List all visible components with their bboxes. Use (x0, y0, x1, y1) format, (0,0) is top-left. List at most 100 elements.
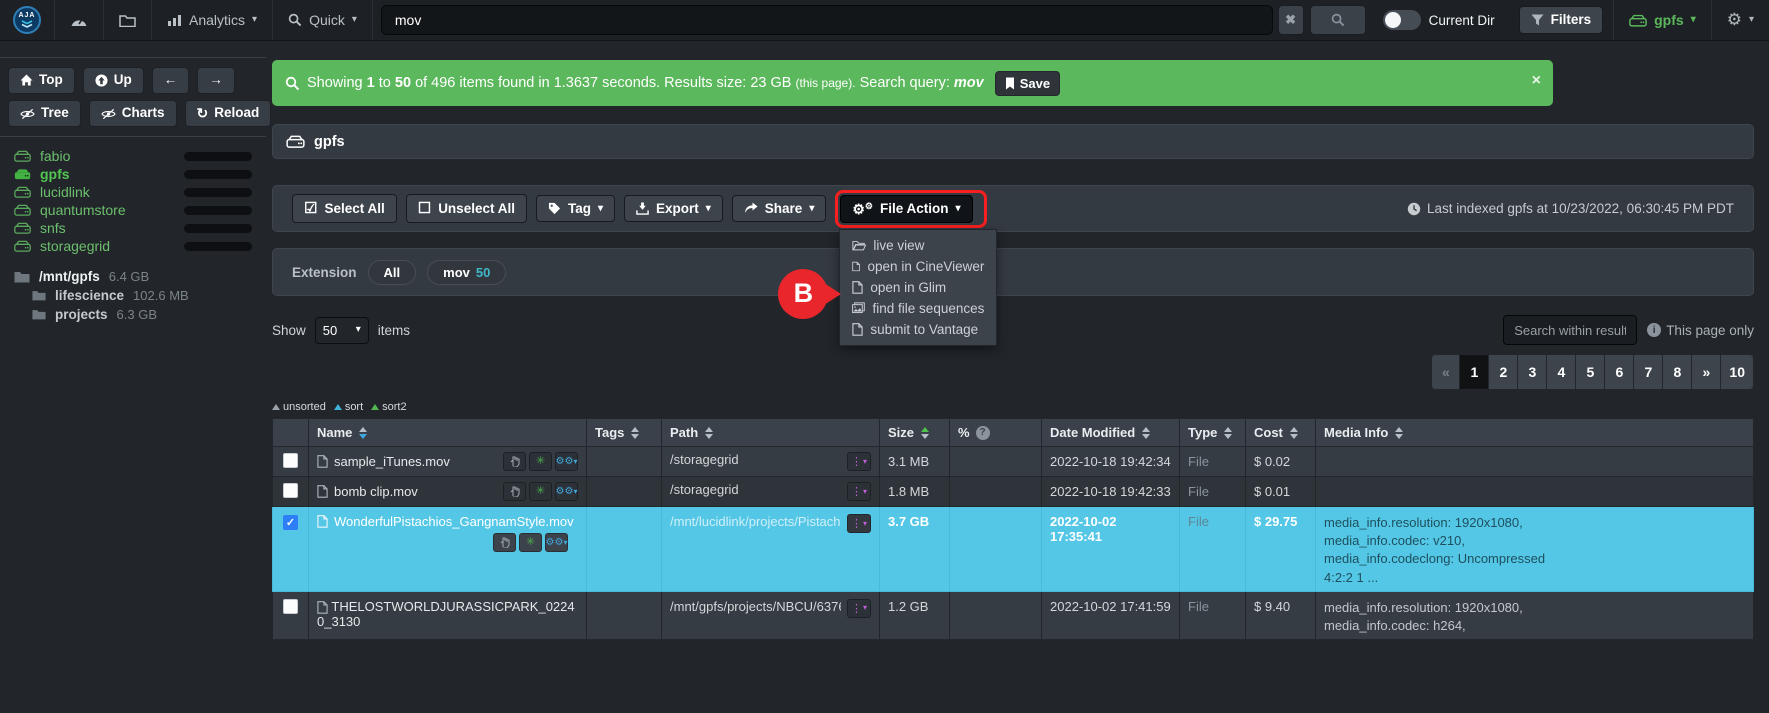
sidebar-volume-quantumstore[interactable]: quantumstore (0, 201, 266, 219)
forward-button[interactable]: → (197, 67, 235, 94)
sidebar-volume-fabio[interactable]: fabio (0, 147, 266, 165)
sort-arrows-icon[interactable] (1395, 427, 1403, 439)
page-button-2[interactable]: 2 (1489, 354, 1518, 390)
page-button-6[interactable]: 6 (1605, 354, 1634, 390)
analytics-menu[interactable]: Analytics ▾ (152, 0, 273, 40)
filters-button[interactable]: Filters (1519, 6, 1604, 34)
row-file-action-button[interactable]: ⚙⚙▾ (555, 482, 578, 501)
pick-action-button[interactable] (493, 533, 516, 552)
glim-action-button[interactable]: ✳ (529, 482, 552, 501)
column-header-media[interactable]: Media Info (1316, 419, 1754, 447)
file-path[interactable]: /storagegrid (670, 452, 841, 467)
page-button-10[interactable]: 10 (1721, 354, 1754, 390)
back-button[interactable]: ← (152, 67, 190, 94)
page-prev-button[interactable]: « (1431, 354, 1460, 390)
settings-menu[interactable]: ⚙ ▾ (1712, 0, 1769, 40)
sidebar-volume-gpfs[interactable]: gpfs (0, 165, 266, 183)
page-button-8[interactable]: 8 (1663, 354, 1692, 390)
file-name[interactable]: THELOSTWORLDJURASSICPARK_02240_3130 (317, 599, 575, 629)
menu-item-submit-vantage[interactable]: submit to Vantage (840, 319, 996, 340)
extension-pill-all[interactable]: All (368, 260, 417, 285)
browse-button[interactable] (104, 0, 152, 40)
sidebar-volume-storagegrid[interactable]: storagegrid (0, 237, 266, 255)
page-next-button[interactable]: » (1692, 354, 1721, 390)
current-dir-toggle[interactable] (1383, 10, 1421, 30)
column-header-cost[interactable]: Cost (1246, 419, 1316, 447)
tag-menu-button[interactable]: Tag ▾ (536, 195, 615, 223)
column-header-name[interactable]: Name (309, 419, 587, 447)
search-submit-button[interactable] (1310, 5, 1366, 35)
volume-selector[interactable]: gpfs ▾ (1613, 0, 1712, 40)
share-menu-button[interactable]: Share ▾ (732, 195, 827, 223)
file-name[interactable]: sample_iTunes.mov (334, 454, 450, 469)
column-header-modified[interactable]: Date Modified (1042, 419, 1180, 447)
column-header-tags[interactable]: Tags (587, 419, 662, 447)
reload-button[interactable]: ↻ Reload (185, 100, 272, 127)
sort-arrows-icon[interactable] (705, 427, 713, 439)
glim-action-button[interactable]: ✳ (519, 533, 542, 552)
menu-item-open-cineviewer[interactable]: open in CineViewer (840, 256, 996, 277)
file-name[interactable]: bomb clip.mov (334, 484, 418, 499)
sort-arrows-icon[interactable] (359, 427, 367, 439)
row-checkbox[interactable] (283, 599, 298, 614)
row-file-action-button[interactable]: ⚙⚙▾ (555, 452, 578, 471)
global-search-input[interactable] (381, 5, 1273, 35)
menu-item-open-glim[interactable]: open in Glim (840, 277, 996, 298)
row-checkbox[interactable] (283, 453, 298, 468)
select-all-button[interactable]: ☑ Select All (292, 194, 397, 223)
sidebar-dir-projects[interactable]: projects 6.3 GB (0, 305, 266, 324)
extension-pill-mov[interactable]: mov 50 (427, 260, 506, 285)
sort-link-sort2[interactable]: sort2 (371, 401, 406, 413)
sort-link-unsorted[interactable]: unsorted (272, 401, 326, 413)
sort-link-sort[interactable]: sort (334, 401, 363, 413)
path-menu-button[interactable]: ⋮▾ (847, 599, 871, 618)
pick-action-button[interactable] (503, 482, 526, 501)
page-button-4[interactable]: 4 (1547, 354, 1576, 390)
page-size-select[interactable]: 50 ▾ (315, 317, 369, 344)
sidebar-volume-snfs[interactable]: snfs (0, 219, 266, 237)
path-menu-button[interactable]: ⋮▾ (847, 514, 871, 533)
file-action-menu-button[interactable]: ⚙⚙ File Action ▾ (840, 195, 972, 223)
path-menu-button[interactable]: ⋮▾ (847, 482, 871, 501)
menu-item-live-view[interactable]: live view (840, 235, 996, 256)
clear-search-button[interactable]: ✖ (1278, 5, 1304, 35)
sort-arrows-icon[interactable] (1290, 427, 1298, 439)
sort-arrows-icon[interactable] (921, 427, 929, 439)
page-button-3[interactable]: 3 (1518, 354, 1547, 390)
sort-arrows-icon[interactable] (1142, 427, 1150, 439)
file-path[interactable]: /mnt/lucidlink/projects/Pistachio (670, 514, 841, 529)
column-header-type[interactable]: Type (1180, 419, 1246, 447)
up-button[interactable]: Up (83, 67, 144, 94)
app-logo[interactable]: AJA (0, 0, 55, 40)
row-checkbox[interactable] (283, 483, 298, 498)
page-button-7[interactable]: 7 (1634, 354, 1663, 390)
sidebar-volume-lucidlink[interactable]: lucidlink (0, 183, 266, 201)
file-path[interactable]: /mnt/gpfs/projects/NBCU/637609 (670, 599, 841, 614)
sort-arrows-icon[interactable] (631, 427, 639, 439)
glim-action-button[interactable]: ✳ (529, 452, 552, 471)
unselect-all-button[interactable]: ☐ Unselect All (406, 194, 527, 223)
sidebar-dir-lifescience[interactable]: lifescience 102.6 MB (0, 286, 266, 305)
charts-toggle-button[interactable]: Charts (89, 100, 177, 127)
file-path[interactable]: /storagegrid (670, 482, 841, 497)
quick-menu[interactable]: Quick ▾ (273, 0, 373, 40)
save-query-button[interactable]: Save (995, 71, 1060, 96)
alert-close-button[interactable]: × (1532, 73, 1541, 89)
sidebar-dir-mnt-gpfs[interactable]: /mnt/gpfs 6.4 GB (0, 267, 266, 286)
column-header-size[interactable]: Size (880, 419, 950, 447)
row-file-action-button[interactable]: ⚙⚙▾ (545, 533, 568, 552)
column-header-path[interactable]: Path (662, 419, 880, 447)
file-name[interactable]: WonderfulPistachios_GangnamStyle.mov (334, 514, 574, 529)
dashboard-button[interactable] (55, 0, 104, 40)
top-button[interactable]: Top (8, 67, 75, 94)
column-header-percent[interactable]: % ? (950, 419, 1042, 447)
search-within-results-input[interactable] (1503, 315, 1637, 345)
page-button-5[interactable]: 5 (1576, 354, 1605, 390)
pick-action-button[interactable] (503, 452, 526, 471)
sort-arrows-icon[interactable] (1224, 427, 1232, 439)
row-checkbox[interactable]: ✓ (283, 515, 298, 530)
export-menu-button[interactable]: Export ▾ (624, 195, 723, 223)
page-button-1[interactable]: 1 (1460, 354, 1489, 390)
tree-toggle-button[interactable]: Tree (8, 100, 81, 127)
path-menu-button[interactable]: ⋮▾ (847, 452, 871, 471)
